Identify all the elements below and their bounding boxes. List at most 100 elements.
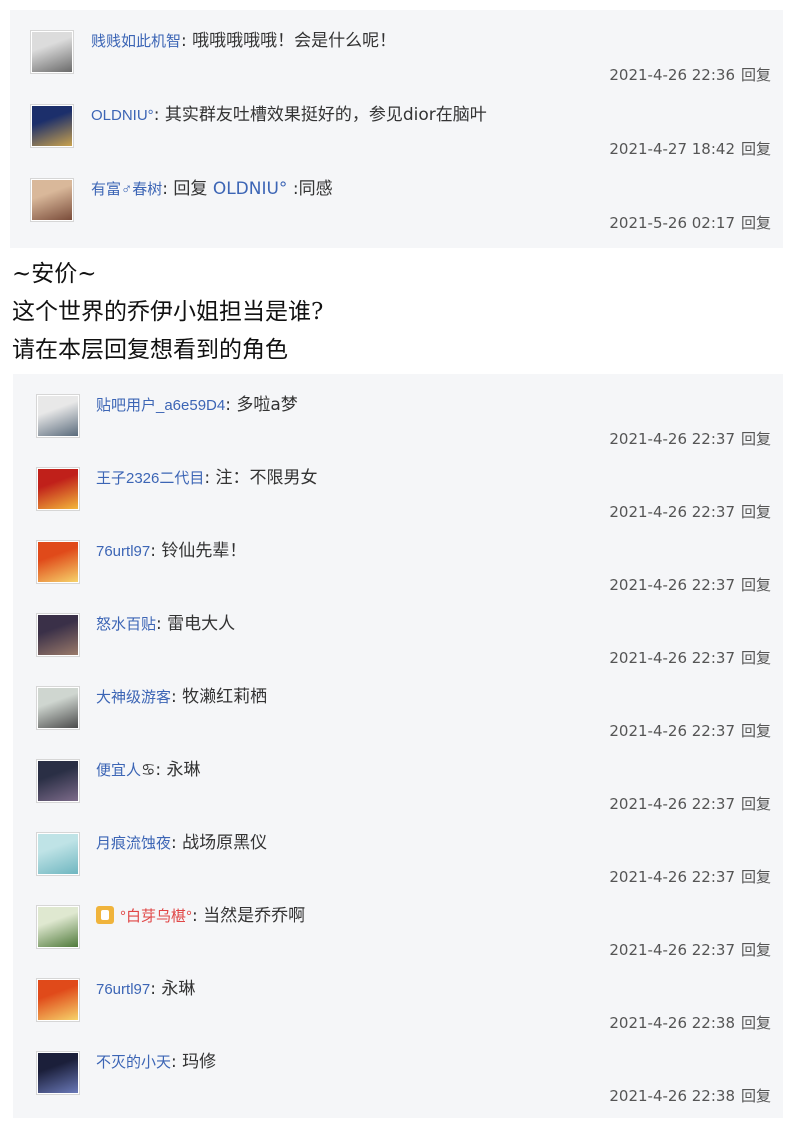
comment-username[interactable]: OLDNIU° <box>91 107 154 124</box>
comment-timestamp: 2021-4-26 22:38 <box>609 1014 735 1032</box>
user-avatar[interactable] <box>30 104 74 148</box>
user-avatar[interactable] <box>36 905 80 949</box>
comment-colon: : <box>162 179 174 199</box>
comment-username[interactable]: 王子2326二代目 <box>96 470 204 487</box>
comment-username[interactable]: 月痕流蚀夜 <box>96 835 171 852</box>
comment-item: 王子2326二代目: 注：不限男女 2021-4-26 22:37 回复 <box>13 459 783 532</box>
comment-meta: 2021-4-26 22:37 回复 <box>609 720 771 741</box>
comment-panel-bottom: 贴吧用户_a6e59D4: 多啦a梦 2021-4-26 22:37 回复 王子232… <box>13 374 783 1118</box>
user-avatar[interactable] <box>36 394 80 438</box>
comment-meta: 2021-4-26 22:37 回复 <box>609 866 771 887</box>
comment-item: 怒水百贴: 雷电大人 2021-4-26 22:37 回复 <box>13 605 783 678</box>
comment-timestamp: 2021-5-26 02:17 <box>609 214 735 232</box>
reply-button[interactable]: 回复 <box>741 649 771 667</box>
comment-item: 76urtl97: 铃仙先辈！ 2021-4-26 22:37 回复 <box>13 532 783 605</box>
comment-text: 多啦a梦 <box>236 395 298 415</box>
comment-timestamp: 2021-4-26 22:36 <box>609 66 735 84</box>
user-avatar[interactable] <box>36 467 80 511</box>
avatar-image <box>38 615 78 655</box>
comment-line: °白芽乌椹°: 当然是乔乔啊 <box>96 905 305 928</box>
avatar-image <box>38 980 78 1020</box>
comment-panel-top: 贱贱如此机智: 哦哦哦哦哦！会是什么呢！ 2021-4-26 22:36 回复 OLD… <box>10 10 783 248</box>
reply-button[interactable]: 回复 <box>741 795 771 813</box>
comment-text: 永琳 <box>166 760 201 780</box>
avatar-image <box>32 106 72 146</box>
comment-meta: 2021-4-26 22:37 回复 <box>609 501 771 522</box>
comment-timestamp: 2021-4-26 22:37 <box>609 722 735 740</box>
comment-username[interactable]: 有富♂春树 <box>91 181 162 198</box>
comment-item: 贴吧用户_a6e59D4: 多啦a梦 2021-4-26 22:37 回复 <box>13 386 783 459</box>
comment-colon: : <box>171 833 183 853</box>
reply-button[interactable]: 回复 <box>741 503 771 521</box>
user-avatar[interactable] <box>36 978 80 1022</box>
reply-button[interactable]: 回复 <box>741 576 771 594</box>
comment-item: OLDNIU°: 其实群友吐槽效果挺好的，参见dior在脑叶 2021-4-27 … <box>10 96 783 170</box>
comment-meta: 2021-4-26 22:37 回复 <box>609 939 771 960</box>
reply-button[interactable]: 回复 <box>741 941 771 959</box>
avatar-image <box>38 761 78 801</box>
user-avatar[interactable] <box>36 759 80 803</box>
comment-item: 有富♂春树: 回复 OLDNIU° :同感 2021-5-26 02:17 回复 <box>10 170 783 244</box>
user-avatar[interactable] <box>36 832 80 876</box>
comment-meta: 2021-4-26 22:37 回复 <box>609 647 771 668</box>
user-avatar[interactable] <box>36 540 80 584</box>
avatar-image <box>38 469 78 509</box>
reply-button[interactable]: 回复 <box>741 1014 771 1032</box>
comment-username[interactable]: 贴吧用户_a6e59D4 <box>96 397 225 414</box>
comment-username[interactable]: 贱贱如此机智 <box>91 33 181 50</box>
reply-button[interactable]: 回复 <box>741 1087 771 1105</box>
comment-colon: : <box>171 1052 183 1072</box>
comment-line: 76urtl97: 铃仙先辈！ <box>96 540 246 563</box>
reply-button[interactable]: 回复 <box>741 722 771 740</box>
comment-timestamp: 2021-4-27 18:42 <box>609 140 735 158</box>
comment-timestamp: 2021-4-26 22:37 <box>609 503 735 521</box>
avatar-image <box>38 688 78 728</box>
comment-username[interactable]: 不灭的小天 <box>96 1054 171 1071</box>
comment-line: 贱贱如此机智: 哦哦哦哦哦！会是什么呢！ <box>91 30 396 53</box>
comment-item: 贱贱如此机智: 哦哦哦哦哦！会是什么呢！ 2021-4-26 22:36 回复 <box>10 22 783 96</box>
reply-to-username[interactable]: OLDNIU° <box>213 179 288 199</box>
comment-item: 大神级游客: 牧濑红莉栖 2021-4-26 22:37 回复 <box>13 678 783 751</box>
reply-prefix: 回复 <box>173 179 213 199</box>
user-avatar[interactable] <box>36 613 80 657</box>
reply-button[interactable]: 回复 <box>741 214 771 232</box>
comment-line: OLDNIU°: 其实群友吐槽效果挺好的，参见dior在脑叶 <box>91 104 487 127</box>
comment-meta: 2021-4-26 22:38 回复 <box>609 1012 771 1033</box>
reply-button[interactable]: 回复 <box>741 140 771 158</box>
comment-username[interactable]: 76urtl97 <box>96 981 150 998</box>
comment-colon: : <box>171 687 183 707</box>
comment-timestamp: 2021-4-26 22:37 <box>609 430 735 448</box>
comment-colon: : <box>150 979 162 999</box>
comment-line: 不灭的小天: 玛修 <box>96 1051 216 1074</box>
comment-colon: : <box>192 906 204 926</box>
comment-text: 牧濑红莉栖 <box>182 687 268 707</box>
comment-item: 不灭的小天: 玛修 2021-4-26 22:38 回复 <box>13 1043 783 1116</box>
avatar-image <box>38 834 78 874</box>
comment-timestamp: 2021-4-26 22:38 <box>609 1087 735 1105</box>
user-avatar[interactable] <box>30 30 74 74</box>
comment-colon: : <box>225 395 237 415</box>
comment-colon: : <box>150 541 162 561</box>
comment-text: 战场原黑仪 <box>182 833 268 853</box>
user-avatar[interactable] <box>36 1051 80 1095</box>
user-avatar[interactable] <box>30 178 74 222</box>
comment-text: 雷电大人 <box>167 614 236 634</box>
floor-line-1: ~安价~ <box>12 261 97 287</box>
comment-line: 大神级游客: 牧濑红莉栖 <box>96 686 267 709</box>
member-badge-icon <box>96 906 114 924</box>
comment-username[interactable]: 怒水百贴 <box>96 616 156 633</box>
comment-username[interactable]: 便宜人 <box>96 762 141 779</box>
comment-timestamp: 2021-4-26 22:37 <box>609 649 735 667</box>
comment-text: :同感 <box>292 179 333 199</box>
floor-line-2: 这个世界的乔伊小姐担当是谁? <box>12 299 324 325</box>
comment-colon: : <box>156 614 168 634</box>
comment-username[interactable]: °白芽乌椹° <box>120 908 192 925</box>
reply-button[interactable]: 回复 <box>741 868 771 886</box>
user-avatar[interactable] <box>36 686 80 730</box>
comment-text: 其实群友吐槽效果挺好的，参见dior在脑叶 <box>164 105 487 125</box>
comment-item: °白芽乌椹°: 当然是乔乔啊 2021-4-26 22:37 回复 <box>13 897 783 970</box>
comment-username[interactable]: 大神级游客 <box>96 689 171 706</box>
reply-button[interactable]: 回复 <box>741 66 771 84</box>
comment-username[interactable]: 76urtl97 <box>96 543 150 560</box>
reply-button[interactable]: 回复 <box>741 430 771 448</box>
